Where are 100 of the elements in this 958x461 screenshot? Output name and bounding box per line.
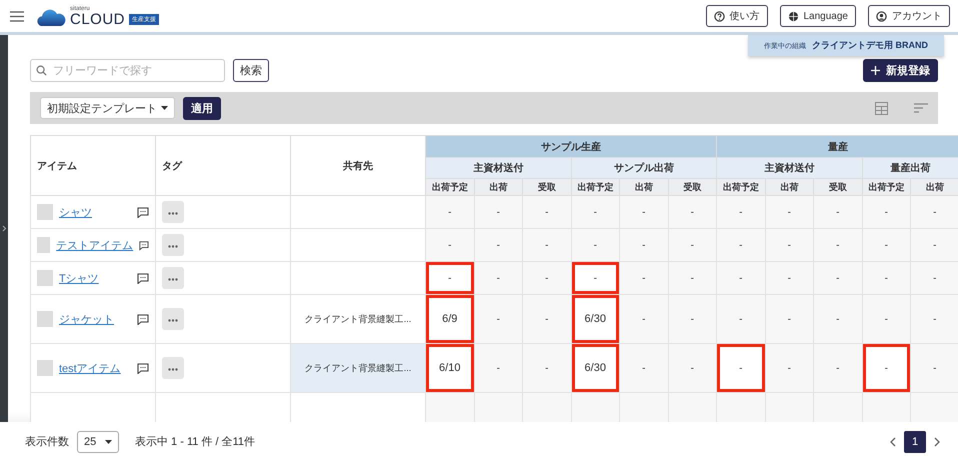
subgroup-header: 量産出荷 xyxy=(862,158,958,178)
table-cell-text: - xyxy=(738,312,744,326)
table-cell-text: - xyxy=(690,238,695,252)
item-link[interactable]: ジャケット xyxy=(59,312,131,326)
new-button[interactable]: 新規登録 xyxy=(863,59,938,82)
group-header: 量産 xyxy=(716,136,958,158)
more-button[interactable] xyxy=(162,234,184,256)
dots-icon xyxy=(168,212,178,214)
table-cell-text: - xyxy=(835,238,840,252)
previous-page-icon[interactable] xyxy=(890,436,896,446)
item-link[interactable]: testアイテム xyxy=(59,360,131,376)
dots-icon xyxy=(168,278,178,280)
table-cell-text: - xyxy=(641,238,646,252)
item-thumbnail xyxy=(37,204,53,220)
column-header: 出荷 xyxy=(765,178,814,196)
header-button[interactable]: Language xyxy=(780,5,856,27)
dots-icon xyxy=(168,368,178,370)
table-cell-text: - xyxy=(835,312,840,326)
search-button[interactable]: 検索 xyxy=(233,59,269,82)
comment-icon[interactable] xyxy=(137,314,149,324)
help-icon xyxy=(714,10,724,22)
item-thumbnail xyxy=(37,311,53,327)
comment-icon[interactable] xyxy=(137,362,149,374)
column-header: 出荷予定 xyxy=(426,178,474,196)
apply-button[interactable]: 適用 xyxy=(183,96,221,120)
plus-icon xyxy=(871,66,880,75)
table-cell-text: - xyxy=(690,206,695,220)
column-header: 出荷 xyxy=(910,178,958,196)
highlighted-cell: - xyxy=(717,344,765,392)
next-page-icon[interactable] xyxy=(934,436,940,446)
highlighted-cell: - xyxy=(862,344,910,392)
table-cell-text: - xyxy=(835,362,840,376)
organization-name: クライアントデモ用 BRAND xyxy=(812,39,928,52)
table-cell-text: - xyxy=(592,206,598,220)
more-button[interactable] xyxy=(162,357,184,379)
table-cell-text: - xyxy=(738,238,744,252)
menu-icon[interactable] xyxy=(10,10,24,22)
table-cell-text: - xyxy=(544,272,550,286)
caret-icon xyxy=(105,440,112,444)
table-cell-text: - xyxy=(884,238,889,252)
subgroup-header: 主資材送付 xyxy=(426,158,571,178)
table-cell-text: - xyxy=(884,312,889,326)
table-cell-text: - xyxy=(641,206,646,220)
item-thumbnail xyxy=(37,237,50,253)
shared-cell: クライアント背景縫製工... xyxy=(290,294,426,344)
table-cell-text: - xyxy=(496,312,501,326)
expand-icon[interactable] xyxy=(2,225,6,232)
group-header: サンプル生産 xyxy=(426,136,717,158)
more-button[interactable] xyxy=(162,201,184,223)
page-size-select[interactable]: 25 xyxy=(77,430,119,452)
table-cell-text: - xyxy=(884,272,889,286)
table-cell-text: - xyxy=(932,206,938,220)
comment-icon[interactable] xyxy=(139,240,149,250)
cloud-icon xyxy=(36,8,66,26)
item-thumbnail xyxy=(37,270,53,286)
table-cell-text: - xyxy=(738,206,744,220)
column-header: 出荷予定 xyxy=(716,178,766,196)
header-button[interactable]: アカウント xyxy=(868,5,950,27)
table-cell-text: - xyxy=(932,312,938,326)
highlighted-cell: 6/30 xyxy=(572,344,619,392)
column-header: アイテム xyxy=(30,136,156,196)
dots-icon xyxy=(168,244,178,248)
table-cell-text: - xyxy=(496,206,501,220)
table-cell-text: - xyxy=(690,362,695,376)
table-cell-text: - xyxy=(786,312,792,326)
table-cell-text: - xyxy=(496,238,501,252)
column-header: 受取 xyxy=(668,178,717,196)
column-header: 出荷予定 xyxy=(862,178,911,196)
table-cell-text: - xyxy=(447,206,452,220)
table-cell-text: - xyxy=(496,272,501,286)
page-size-label: 表示件数 xyxy=(25,435,69,449)
template-select[interactable]: 初期設定テンプレート xyxy=(40,97,175,119)
table-cell-text: - xyxy=(738,272,744,286)
table-cell-text: - xyxy=(544,238,550,252)
caret-icon xyxy=(161,106,168,110)
table-cell-text: - xyxy=(786,362,792,376)
table-cell-text: - xyxy=(641,272,646,286)
more-button[interactable] xyxy=(162,267,184,289)
subgroup-header: 主資材送付 xyxy=(716,158,862,178)
table-cell-text: - xyxy=(690,272,695,286)
column-header: 共有先 xyxy=(290,136,426,196)
table-cell-text: - xyxy=(786,206,792,220)
highlighted-cell: 6/9 xyxy=(426,295,474,343)
table-cell-text: - xyxy=(835,206,840,220)
shared-cell: クライアント背景縫製工... xyxy=(290,344,426,392)
comment-icon[interactable] xyxy=(137,272,149,284)
search-icon xyxy=(36,65,47,76)
table-cell-text: - xyxy=(447,238,452,252)
table-cell-text: - xyxy=(786,272,792,286)
table-cell-text: - xyxy=(592,238,598,252)
header-button[interactable]: 使い方 xyxy=(706,5,768,27)
table-cell-text: - xyxy=(641,312,646,326)
comment-icon[interactable] xyxy=(137,206,149,218)
more-button[interactable] xyxy=(162,308,184,330)
page-button[interactable]: 1 xyxy=(904,430,926,452)
highlighted-cell: 6/30 xyxy=(572,295,619,343)
search-field[interactable]: フリーワードで探す xyxy=(30,59,225,82)
table-cell-text: - xyxy=(544,362,550,376)
highlighted-cell: 6/10 xyxy=(426,344,474,392)
column-header: 出荷 xyxy=(474,178,522,196)
